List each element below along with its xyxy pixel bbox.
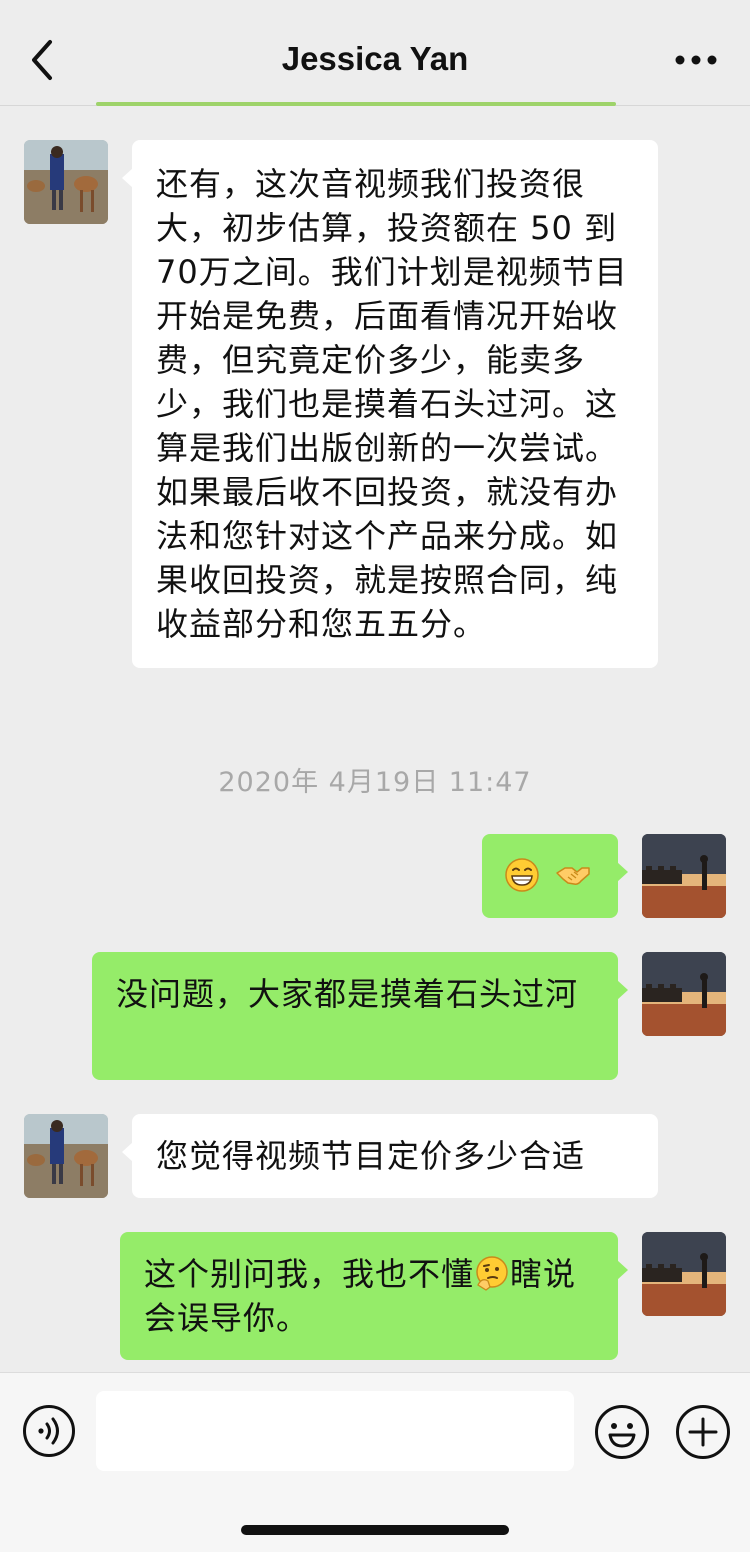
my-avatar[interactable] [642, 834, 726, 918]
bubble-tail [122, 168, 133, 188]
plus-icon [676, 1405, 730, 1459]
top-bar: Jessica Yan [0, 0, 750, 106]
handshake-icon [556, 867, 590, 885]
my-avatar[interactable] [642, 952, 726, 1036]
chat-title: Jessica Yan [281, 40, 469, 77]
more-button[interactable] [672, 46, 720, 74]
voice-icon [23, 1405, 75, 1457]
message-text: 还有，这次音视频我们投资很大，初步估算，投资额在 50 到 70万之间。我们计划… [156, 165, 628, 643]
bubble-tail [617, 980, 628, 1000]
voice-button[interactable] [22, 1404, 76, 1458]
message-text: 您觉得视频节目定价多少合适 [156, 1137, 586, 1175]
avatar-photo [642, 1232, 726, 1316]
message-text: 没问题，大家都是摸着石头过河 [116, 975, 579, 1013]
message-input[interactable] [96, 1391, 574, 1471]
bubble-tail [122, 1142, 133, 1162]
previous-message-edge [96, 102, 616, 106]
message-bubble-outgoing[interactable]: 没问题，大家都是摸着石头过河 [92, 952, 628, 1080]
friend-avatar[interactable] [24, 140, 108, 224]
home-indicator[interactable] [241, 1525, 509, 1535]
grinning-face-icon [505, 858, 539, 892]
avatar-photo [24, 140, 108, 224]
message-bubble-incoming[interactable]: 您觉得视频节目定价多少合适 [122, 1114, 658, 1198]
avatar-photo [642, 834, 726, 918]
avatar-photo [24, 1114, 108, 1198]
input-bar [0, 1372, 750, 1552]
friend-avatar[interactable] [24, 1114, 108, 1198]
ellipsis-icon [675, 55, 717, 65]
thinking-face-icon [476, 1256, 508, 1291]
my-avatar[interactable] [642, 1232, 726, 1316]
avatar-photo [642, 952, 726, 1036]
message-bubble-outgoing[interactable]: 这个别问我，我也不懂 瞎说会误导你。 [120, 1232, 628, 1360]
bubble-tail [617, 862, 628, 882]
bubble-tail [617, 1260, 628, 1280]
chat-screen: Jessica Yan 还有，这次音视频我们投资很大，初步估算，投资额在 50 … [0, 0, 750, 1552]
message-timestamp: 2020年 4月19日 11:47 [218, 767, 532, 798]
more-functions-button[interactable] [675, 1404, 731, 1460]
smiley-icon [595, 1405, 649, 1459]
emoji-button[interactable] [594, 1404, 650, 1460]
message-bubble-incoming[interactable]: 还有，这次音视频我们投资很大，初步估算，投资额在 50 到 70万之间。我们计划… [122, 140, 658, 668]
message-text-part: 这个别问我，我也不懂 [144, 1255, 475, 1293]
message-bubble-outgoing[interactable] [482, 834, 628, 918]
